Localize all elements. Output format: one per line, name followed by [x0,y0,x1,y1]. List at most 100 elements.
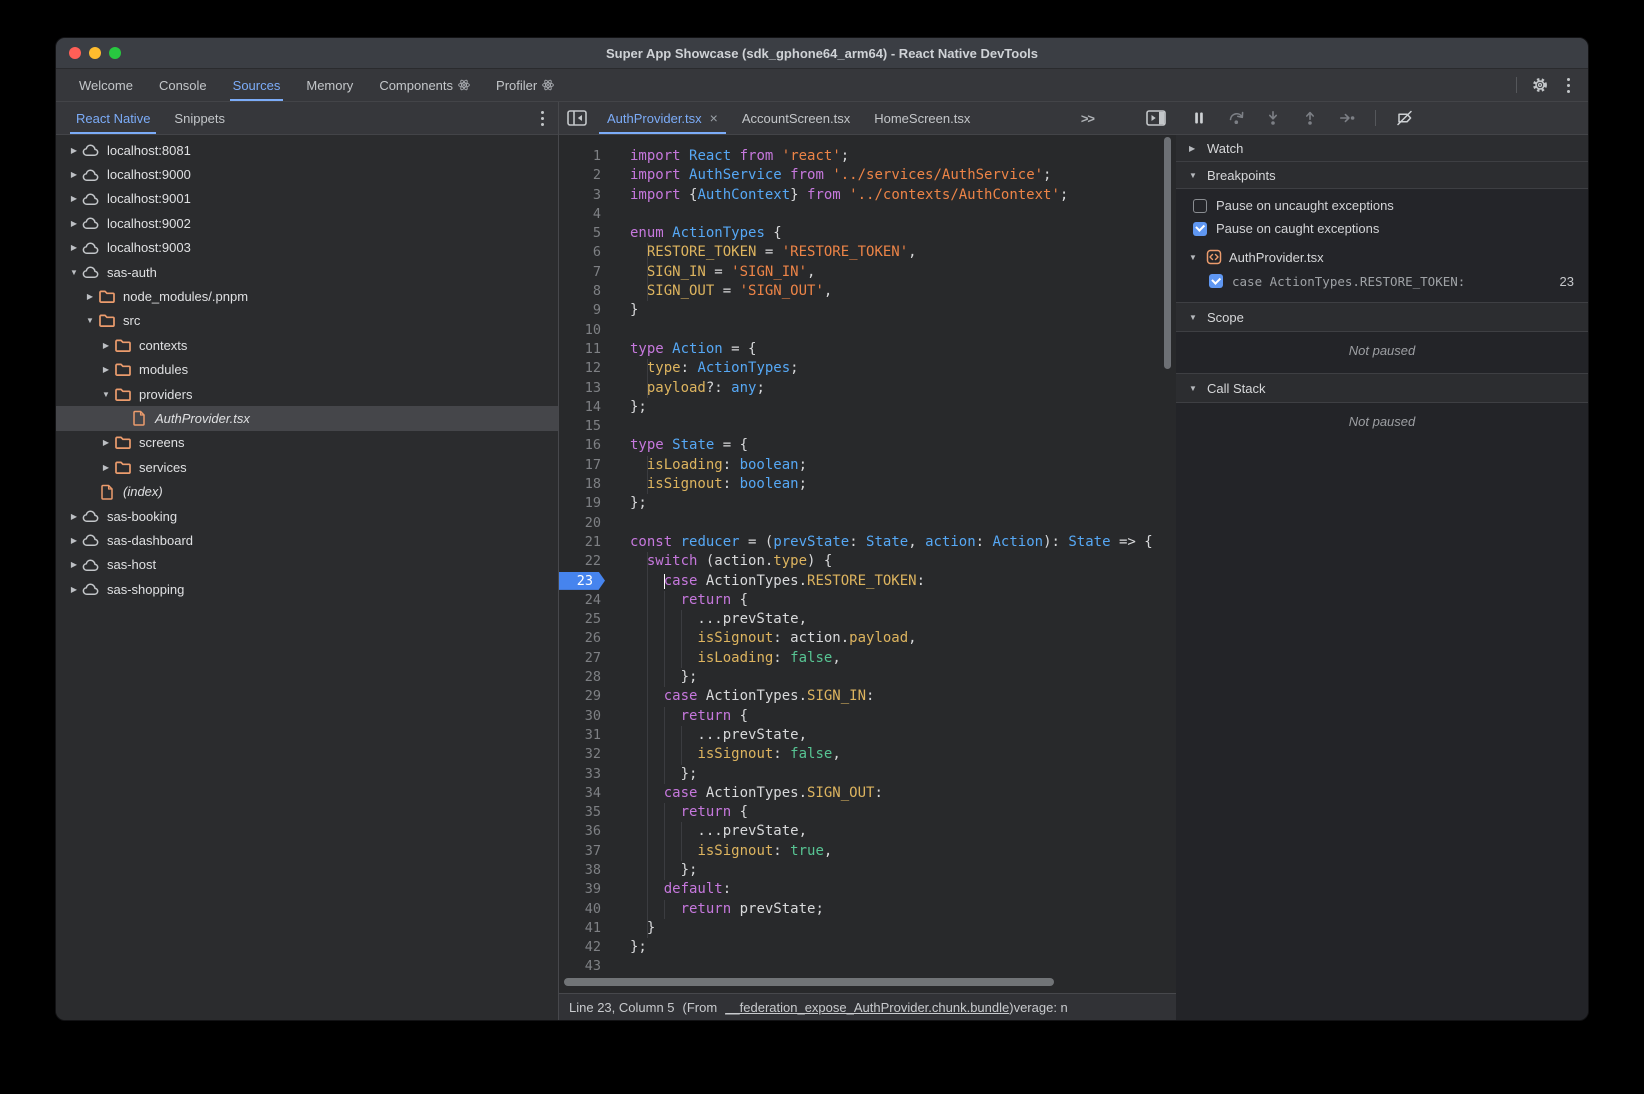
chevron-right-icon[interactable]: ▶ [99,463,113,472]
line-number[interactable]: 35 [559,803,607,822]
code-line-text[interactable]: isLoading: false, [607,649,841,668]
tree-row-authprovider-tsx[interactable]: AuthProvider.tsx [56,406,558,430]
tree-row--index-[interactable]: (index) [56,479,558,503]
tab-overflow-chevron[interactable]: >> [1081,102,1138,134]
code-line-text[interactable]: const reducer = (prevState: State, actio… [607,533,1153,552]
pause-button[interactable] [1190,109,1208,127]
step-button[interactable] [1338,109,1356,127]
tree-row-modules[interactable]: ▶modules [56,358,558,382]
code-line-text[interactable]: return prevState; [607,900,824,919]
code-line-text[interactable]: }; [607,861,697,880]
line-number[interactable]: 32 [559,745,607,764]
tree-row-providers[interactable]: ▼providers [56,382,558,406]
line-number[interactable]: 36 [559,822,607,841]
line-number[interactable]: 18 [559,475,607,494]
code-line-text[interactable]: case ActionTypes.SIGN_IN: [607,687,874,706]
line-number[interactable]: 27 [559,649,607,668]
code-line-text[interactable]: isSignout: true, [607,842,832,861]
code-line-text[interactable]: }; [607,398,647,417]
code-line-36[interactable]: 36 ...prevState, [559,822,1176,841]
checkbox-checked-icon[interactable] [1209,274,1223,288]
line-number[interactable]: 5 [559,224,607,243]
code-line-19[interactable]: 19}; [559,494,1176,513]
code-line-text[interactable]: ...prevState, [607,726,807,745]
line-number[interactable]: 7 [559,263,607,282]
zoom-window-button[interactable] [109,47,121,59]
line-number[interactable]: 8 [559,282,607,301]
chevron-right-icon[interactable]: ▶ [67,512,81,521]
tree-row-src[interactable]: ▼src [56,309,558,333]
code-editor[interactable]: 1import React from 'react';2import AuthS… [559,135,1176,976]
code-line-24[interactable]: 24 return { [559,591,1176,610]
navigator-toggle-button[interactable] [559,102,595,134]
code-line-18[interactable]: 18 isSignout: boolean; [559,475,1176,494]
checkbox-checked-icon[interactable] [1193,222,1207,236]
chevron-right-icon[interactable]: ▶ [99,365,113,374]
line-number[interactable]: 39 [559,880,607,899]
line-number[interactable]: 29 [559,687,607,706]
code-line-7[interactable]: 7 SIGN_IN = 'SIGN_IN', [559,263,1176,282]
code-line-text[interactable] [607,321,630,340]
tree-row-node-modules-pnpm[interactable]: ▶node_modules/.pnpm [56,284,558,308]
code-line-38[interactable]: 38 }; [559,861,1176,880]
line-number[interactable]: 20 [559,514,607,533]
line-number[interactable]: 41 [559,919,607,938]
code-line-34[interactable]: 34 case ActionTypes.SIGN_OUT: [559,784,1176,803]
code-line-text[interactable]: return { [607,591,748,610]
code-line-2[interactable]: 2import AuthService from '../services/Au… [559,166,1176,185]
code-line-42[interactable]: 42}; [559,938,1176,957]
callstack-section-header[interactable]: ▼ Call Stack [1176,373,1588,403]
code-line-39[interactable]: 39 default: [559,880,1176,899]
code-line-32[interactable]: 32 isSignout: false, [559,745,1176,764]
code-line-text[interactable] [607,417,630,436]
line-number[interactable]: 22 [559,552,607,571]
tree-row-sas-dashboard[interactable]: ▶sas-dashboard [56,528,558,552]
code-line-text[interactable]: }; [607,765,697,784]
code-line-41[interactable]: 41 } [559,919,1176,938]
line-number[interactable]: 21 [559,533,607,552]
window-titlebar[interactable]: Super App Showcase (sdk_gphone64_arm64) … [56,38,1588,69]
code-line-text[interactable]: SIGN_OUT = 'SIGN_OUT', [607,282,832,301]
code-line-29[interactable]: 29 case ActionTypes.SIGN_IN: [559,687,1176,706]
step-out-button[interactable] [1301,109,1319,127]
code-line-text[interactable]: case ActionTypes.SIGN_OUT: [607,784,883,803]
code-line-text[interactable]: } [607,301,638,320]
code-line-text[interactable]: default: [607,880,731,899]
tab-memory[interactable]: Memory [293,69,366,101]
line-number[interactable]: 40 [559,900,607,919]
tab-components[interactable]: Components [366,69,483,101]
code-line-text[interactable]: isLoading: boolean; [607,456,807,475]
line-number[interactable]: 34 [559,784,607,803]
code-line-text[interactable]: type State = { [607,436,748,455]
tree-row-localhost-9001[interactable]: ▶localhost:9001 [56,187,558,211]
code-line-text[interactable]: SIGN_IN = 'SIGN_IN', [607,263,815,282]
pause-caught-row[interactable]: Pause on caught exceptions [1176,217,1588,240]
line-number[interactable]: 31 [559,726,607,745]
line-number[interactable]: 37 [559,842,607,861]
tab-profiler[interactable]: Profiler [483,69,567,101]
status-source-link[interactable]: __federation_expose_AuthProvider.chunk.b… [725,1000,1009,1015]
line-number[interactable]: 15 [559,417,607,436]
tree-row-sas-host[interactable]: ▶sas-host [56,553,558,577]
code-line-27[interactable]: 27 isLoading: false, [559,649,1176,668]
code-line-25[interactable]: 25 ...prevState, [559,610,1176,629]
code-line-8[interactable]: 8 SIGN_OUT = 'SIGN_OUT', [559,282,1176,301]
sidebar-tab-snippets[interactable]: Snippets [162,102,237,134]
chevron-down-icon[interactable]: ▼ [67,268,81,277]
settings-gear-icon[interactable] [1531,76,1549,94]
code-line-43[interactable]: 43 [559,957,1176,976]
tab-close-icon[interactable]: × [710,111,718,125]
code-line-16[interactable]: 16type State = { [559,436,1176,455]
tree-row-localhost-9003[interactable]: ▶localhost:9003 [56,236,558,260]
code-line-text[interactable]: type: ActionTypes; [607,359,799,378]
code-line-9[interactable]: 9} [559,301,1176,320]
code-line-35[interactable]: 35 return { [559,803,1176,822]
chevron-right-icon[interactable]: ▶ [67,170,81,179]
code-line-37[interactable]: 37 isSignout: true, [559,842,1176,861]
code-line-20[interactable]: 20 [559,514,1176,533]
tab-welcome[interactable]: Welcome [66,69,146,101]
code-line-14[interactable]: 14}; [559,398,1176,417]
code-line-4[interactable]: 4 [559,205,1176,224]
code-line-31[interactable]: 31 ...prevState, [559,726,1176,745]
line-number[interactable]: 33 [559,765,607,784]
